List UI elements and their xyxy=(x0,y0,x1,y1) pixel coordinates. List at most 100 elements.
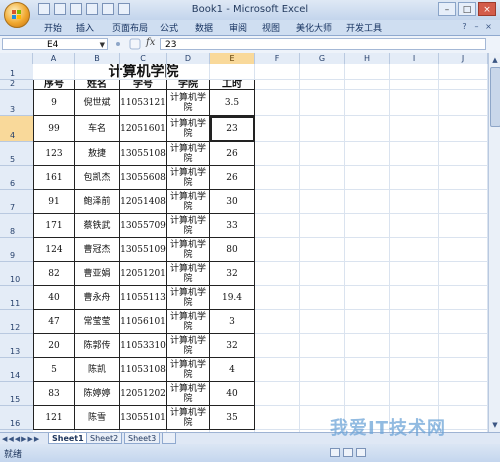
page-break-view-icon[interactable] xyxy=(356,448,366,457)
sheet-tab-2[interactable]: Sheet2 xyxy=(86,433,123,444)
page-layout-view-icon[interactable] xyxy=(343,448,353,457)
cell-hours[interactable]: 26 xyxy=(210,166,255,190)
cell-hours[interactable]: 26 xyxy=(210,142,255,166)
cell-name[interactable]: 曹冠杰 xyxy=(75,238,120,262)
row-header-2[interactable]: 2 xyxy=(0,79,33,90)
header-college[interactable]: 学院 xyxy=(167,80,210,90)
cell-name[interactable]: 鲍泽前 xyxy=(75,190,120,214)
cell-student-no[interactable]: 12051202 xyxy=(120,382,167,406)
cell-hours[interactable]: 32 xyxy=(210,262,255,286)
cell-hours[interactable]: 23 xyxy=(210,116,255,142)
cell-id[interactable]: 82 xyxy=(33,262,75,286)
cell-id[interactable]: 5 xyxy=(33,358,75,382)
office-button[interactable] xyxy=(4,2,30,28)
scroll-down-icon[interactable]: ▼ xyxy=(490,420,500,430)
cell-student-no[interactable]: 13055109 xyxy=(120,238,167,262)
tab-view[interactable]: 视图 xyxy=(262,21,280,34)
row-header-6[interactable]: 6 xyxy=(0,166,33,190)
cell-id[interactable]: 161 xyxy=(33,166,75,190)
scroll-up-icon[interactable]: ▲ xyxy=(490,55,500,65)
cell-college[interactable]: 计算机学院 xyxy=(167,90,210,116)
column-header-C[interactable]: C xyxy=(120,53,167,64)
cell-college[interactable]: 计算机学院 xyxy=(167,142,210,166)
cell-college[interactable]: 计算机学院 xyxy=(167,238,210,262)
scroll-thumb[interactable] xyxy=(490,67,500,127)
sheet-tab-3[interactable]: Sheet3 xyxy=(124,433,161,444)
tab-data[interactable]: 数据 xyxy=(195,21,213,34)
cell-id[interactable]: 124 xyxy=(33,238,75,262)
workbook-close-icon[interactable]: × xyxy=(484,22,493,31)
cell-id[interactable]: 123 xyxy=(33,142,75,166)
cell-student-no[interactable]: 11053121 xyxy=(120,90,167,116)
tab-beautify-master[interactable]: 美化大师 xyxy=(296,21,332,34)
cell-student-no[interactable]: 13055608 xyxy=(120,166,167,190)
cell-name[interactable]: 曹永舟 xyxy=(75,286,120,310)
header-student-no[interactable]: 学号 xyxy=(120,80,167,90)
cell-college[interactable]: 计算机学院 xyxy=(167,116,210,142)
cell-hours[interactable]: 4 xyxy=(210,358,255,382)
column-header-H[interactable]: H xyxy=(345,53,390,64)
vertical-scrollbar[interactable]: ▲ ▼ xyxy=(488,53,500,432)
header-id[interactable]: 序号 xyxy=(33,80,75,90)
cell-id[interactable]: 121 xyxy=(33,406,75,430)
cell-college[interactable]: 计算机学院 xyxy=(167,286,210,310)
cell-id[interactable]: 83 xyxy=(33,382,75,406)
row-header-7[interactable]: 7 xyxy=(0,190,33,214)
cell-college[interactable]: 计算机学院 xyxy=(167,334,210,358)
tab-page-layout[interactable]: 页面布局 xyxy=(112,21,148,34)
name-box[interactable]: E4 ▼ xyxy=(2,38,108,50)
cell-college[interactable]: 计算机学院 xyxy=(167,406,210,430)
cell-id[interactable]: 40 xyxy=(33,286,75,310)
row-header-9[interactable]: 9 xyxy=(0,238,33,262)
maximize-button[interactable]: □ xyxy=(458,2,476,16)
column-header-F[interactable]: F xyxy=(255,53,300,64)
cell-name[interactable]: 陈雪 xyxy=(75,406,120,430)
tab-developer[interactable]: 开发工具 xyxy=(346,21,382,34)
column-header-I[interactable]: I xyxy=(390,53,439,64)
formula-input[interactable]: 23 xyxy=(160,38,486,50)
minimize-button[interactable]: – xyxy=(438,2,456,16)
cell-student-no[interactable]: 11056101 xyxy=(120,310,167,334)
cell-student-no[interactable]: 13055101 xyxy=(120,406,167,430)
cell-student-no[interactable]: 11053310 xyxy=(120,334,167,358)
cell-hours[interactable]: 3 xyxy=(210,310,255,334)
cell-name[interactable]: 车名 xyxy=(75,116,120,142)
cell-id[interactable]: 171 xyxy=(33,214,75,238)
cell-college[interactable]: 计算机学院 xyxy=(167,214,210,238)
row-header-10[interactable]: 10 xyxy=(0,262,33,286)
row-header-16[interactable]: 16 xyxy=(0,406,33,430)
row-header-14[interactable]: 14 xyxy=(0,358,33,382)
cell-college[interactable]: 计算机学院 xyxy=(167,310,210,334)
cell-id[interactable]: 47 xyxy=(33,310,75,334)
cell-student-no[interactable]: 13055108 xyxy=(120,142,167,166)
cell-hours[interactable]: 40 xyxy=(210,382,255,406)
header-hours[interactable]: 工时 xyxy=(210,80,255,90)
sheet-tab-1[interactable]: Sheet1 xyxy=(48,433,88,444)
header-name[interactable]: 姓名 xyxy=(75,80,120,90)
cell-student-no[interactable]: 11055113 xyxy=(120,286,167,310)
cell-hours[interactable]: 19.4 xyxy=(210,286,255,310)
column-header-A[interactable]: A xyxy=(33,53,75,64)
cell-hours[interactable]: 30 xyxy=(210,190,255,214)
tab-insert[interactable]: 插入 xyxy=(76,21,94,34)
cell-id[interactable]: 91 xyxy=(33,190,75,214)
cell-name[interactable]: 曹亚娟 xyxy=(75,262,120,286)
cell-id[interactable]: 9 xyxy=(33,90,75,116)
insert-sheet-icon[interactable] xyxy=(162,433,176,444)
row-header-11[interactable]: 11 xyxy=(0,286,33,310)
normal-view-icon[interactable] xyxy=(330,448,340,457)
row-header-1[interactable]: 1 xyxy=(0,64,33,80)
cell-hours[interactable]: 3.5 xyxy=(210,90,255,116)
cell-hours[interactable]: 32 xyxy=(210,334,255,358)
row-header-5[interactable]: 5 xyxy=(0,142,33,166)
tab-review[interactable]: 审阅 xyxy=(229,21,247,34)
select-all-corner[interactable] xyxy=(0,53,33,64)
table-title-cell[interactable]: 计算机学院 xyxy=(33,64,255,80)
column-header-G[interactable]: G xyxy=(300,53,345,64)
cell-name[interactable]: 蔡铁武 xyxy=(75,214,120,238)
cell-name[interactable]: 陈凯 xyxy=(75,358,120,382)
workbook-minimize-icon[interactable]: – xyxy=(472,22,481,31)
row-header-12[interactable]: 12 xyxy=(0,310,33,334)
chevron-down-icon[interactable]: ▼ xyxy=(100,39,105,51)
worksheet-grid[interactable]: 计算机学院 序号 姓名 学号 学院 工时 9 倪世斌 11053121 计算机学院 3.5 99 车名… xyxy=(33,64,488,432)
